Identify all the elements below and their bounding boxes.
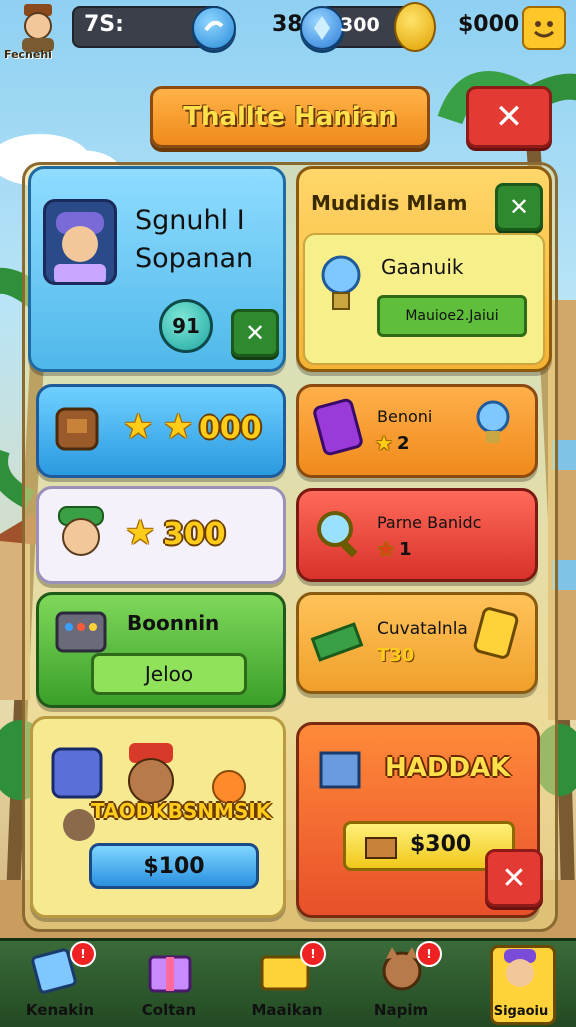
- profile-close-button[interactable]: ✕: [231, 309, 279, 357]
- player-avatar-icon: [22, 4, 54, 52]
- notification-badge: !: [416, 941, 442, 967]
- card-icon: [473, 607, 519, 659]
- star-icon: ★: [375, 431, 393, 455]
- mission-action-button[interactable]: Mauioe2.Jaiui: [377, 295, 527, 337]
- haddak-card: HADDAK $300 ✕: [296, 722, 543, 918]
- mission-card: Mudidis Mlam ✕ Gaanuik Mauioe2.Jaiui: [296, 166, 552, 372]
- haddak-close-button[interactable]: ✕: [485, 849, 543, 907]
- reward-card-2[interactable]: ★ 300: [36, 486, 286, 584]
- smile-button[interactable]: [522, 6, 566, 50]
- rare-item-title: Parne Banidc: [377, 513, 482, 532]
- mission-action-label: Mauioe2.Jaiui: [405, 308, 499, 324]
- machine-button[interactable]: Jeloo: [91, 653, 247, 695]
- title-banner: Thallte Hanian: [150, 86, 430, 148]
- reward-card-1[interactable]: ★ ★ 000: [36, 384, 286, 478]
- hud-coins-value: 300: [340, 14, 380, 36]
- mission-close-button[interactable]: ✕: [495, 183, 543, 231]
- bottom-nav: ! Kenakin Coltan ! Maaikan ! Napim Sigao…: [0, 938, 576, 1027]
- coin-icon: [394, 2, 436, 52]
- machine-card: Boonnin Jeloo: [36, 592, 286, 708]
- hud: Fecnehi 7S: 38 300 $000: [0, 0, 576, 70]
- reward-value: 300: [163, 517, 226, 552]
- profile-avatar: [43, 199, 117, 285]
- character-icon: [58, 506, 104, 556]
- character-buy-button[interactable]: $100: [89, 843, 259, 889]
- level-badge: 91: [159, 299, 213, 353]
- gift-box-icon: [148, 955, 192, 993]
- close-icon: ✕: [501, 860, 527, 896]
- backpack-icon: [55, 407, 99, 451]
- rare-item-count: 1: [399, 539, 412, 560]
- card-pack-card[interactable]: Benoni ★ 2: [296, 384, 538, 478]
- star-icon: ★: [125, 513, 156, 553]
- hud-bar-energy-value: 7S:: [84, 12, 124, 37]
- title-banner-text: Thallte Hanian: [183, 102, 397, 132]
- gem-icon: [314, 16, 330, 40]
- chest-icon: [365, 837, 397, 859]
- card-pack-count: 2: [397, 433, 410, 454]
- lightbulb-icon: [321, 255, 361, 310]
- nav-item-kenakin[interactable]: ! Kenakin: [0, 941, 110, 1027]
- rare-item-card[interactable]: Parne Banidc ★ 1: [296, 488, 538, 582]
- star-icon: ★: [163, 407, 194, 447]
- haddak-title: HADDAK: [385, 753, 511, 783]
- refresh-icon: [204, 20, 224, 32]
- character-shop-card: TAODKBSNMSIK $100: [30, 716, 286, 918]
- profile-name-line1: Sgnuhl I: [135, 205, 245, 236]
- cash-stack-icon: [310, 622, 364, 662]
- machine-button-label: Jeloo: [144, 662, 194, 686]
- player-avatar[interactable]: [12, 2, 64, 54]
- reward-value: 000: [199, 411, 262, 446]
- mission-inner: Gaanuik Mauioe2.Jaiui: [303, 233, 545, 365]
- magnifier-icon: [317, 511, 358, 558]
- player-label: Fecnehi: [4, 48, 52, 61]
- nav-label: Napim: [373, 1001, 429, 1019]
- nav-item-coltan[interactable]: Coltan: [114, 941, 224, 1027]
- star-icon: ★: [123, 407, 154, 447]
- gem-button[interactable]: [300, 6, 344, 50]
- cash-card-title: Cuvatalnla: [377, 619, 468, 639]
- hud-gems-prefix: 38: [272, 12, 303, 37]
- close-icon: ✕: [494, 97, 524, 137]
- nav-label: Maaikan: [251, 1001, 323, 1019]
- lightbulb-icon: [476, 400, 510, 443]
- nav-item-napim[interactable]: ! Napim: [346, 941, 456, 1027]
- cash-card-sub: T30: [377, 645, 415, 666]
- nav-label: Kenakin: [25, 1001, 95, 1019]
- nav-label: Sigaoiu: [493, 1004, 549, 1019]
- machine-title: Boonnin: [127, 611, 220, 635]
- close-icon: ✕: [244, 319, 266, 347]
- star-icon: ★: [377, 537, 395, 561]
- nav-item-maaikan[interactable]: ! Maaikan: [232, 941, 342, 1027]
- nav-item-sigaoiu[interactable]: Sigaoiu: [466, 941, 576, 1027]
- level-value: 91: [172, 314, 200, 338]
- character-price: $100: [143, 853, 205, 879]
- notification-badge: !: [300, 941, 326, 967]
- close-icon: ✕: [508, 193, 530, 221]
- hud-money-value: $000: [458, 12, 520, 37]
- crystal-box-icon: [319, 751, 361, 789]
- notification-badge: !: [70, 941, 96, 967]
- cash-card[interactable]: Cuvatalnla T30: [296, 592, 538, 694]
- avatar-icon: [54, 212, 106, 282]
- smile-icon: [534, 21, 554, 38]
- profile-card[interactable]: Sgnuhl I Sopanan 91 ✕: [28, 166, 286, 372]
- mission-item-name: Gaanuik: [381, 255, 464, 279]
- haddak-price: $300: [410, 832, 472, 857]
- card-icon: [313, 398, 363, 456]
- card-pack-title: Benoni: [377, 407, 433, 426]
- avatar-icon: [504, 949, 536, 987]
- character-group-icon: [51, 743, 246, 841]
- mission-title: Mudidis Mlam: [311, 191, 468, 215]
- close-window-button[interactable]: ✕: [466, 86, 552, 148]
- character-shop-title: TAODKBSNMSIK: [91, 799, 272, 823]
- profile-name-line2: Sopanan: [135, 243, 254, 274]
- energy-refresh-button[interactable]: [192, 6, 236, 50]
- nav-label: Coltan: [141, 1001, 197, 1019]
